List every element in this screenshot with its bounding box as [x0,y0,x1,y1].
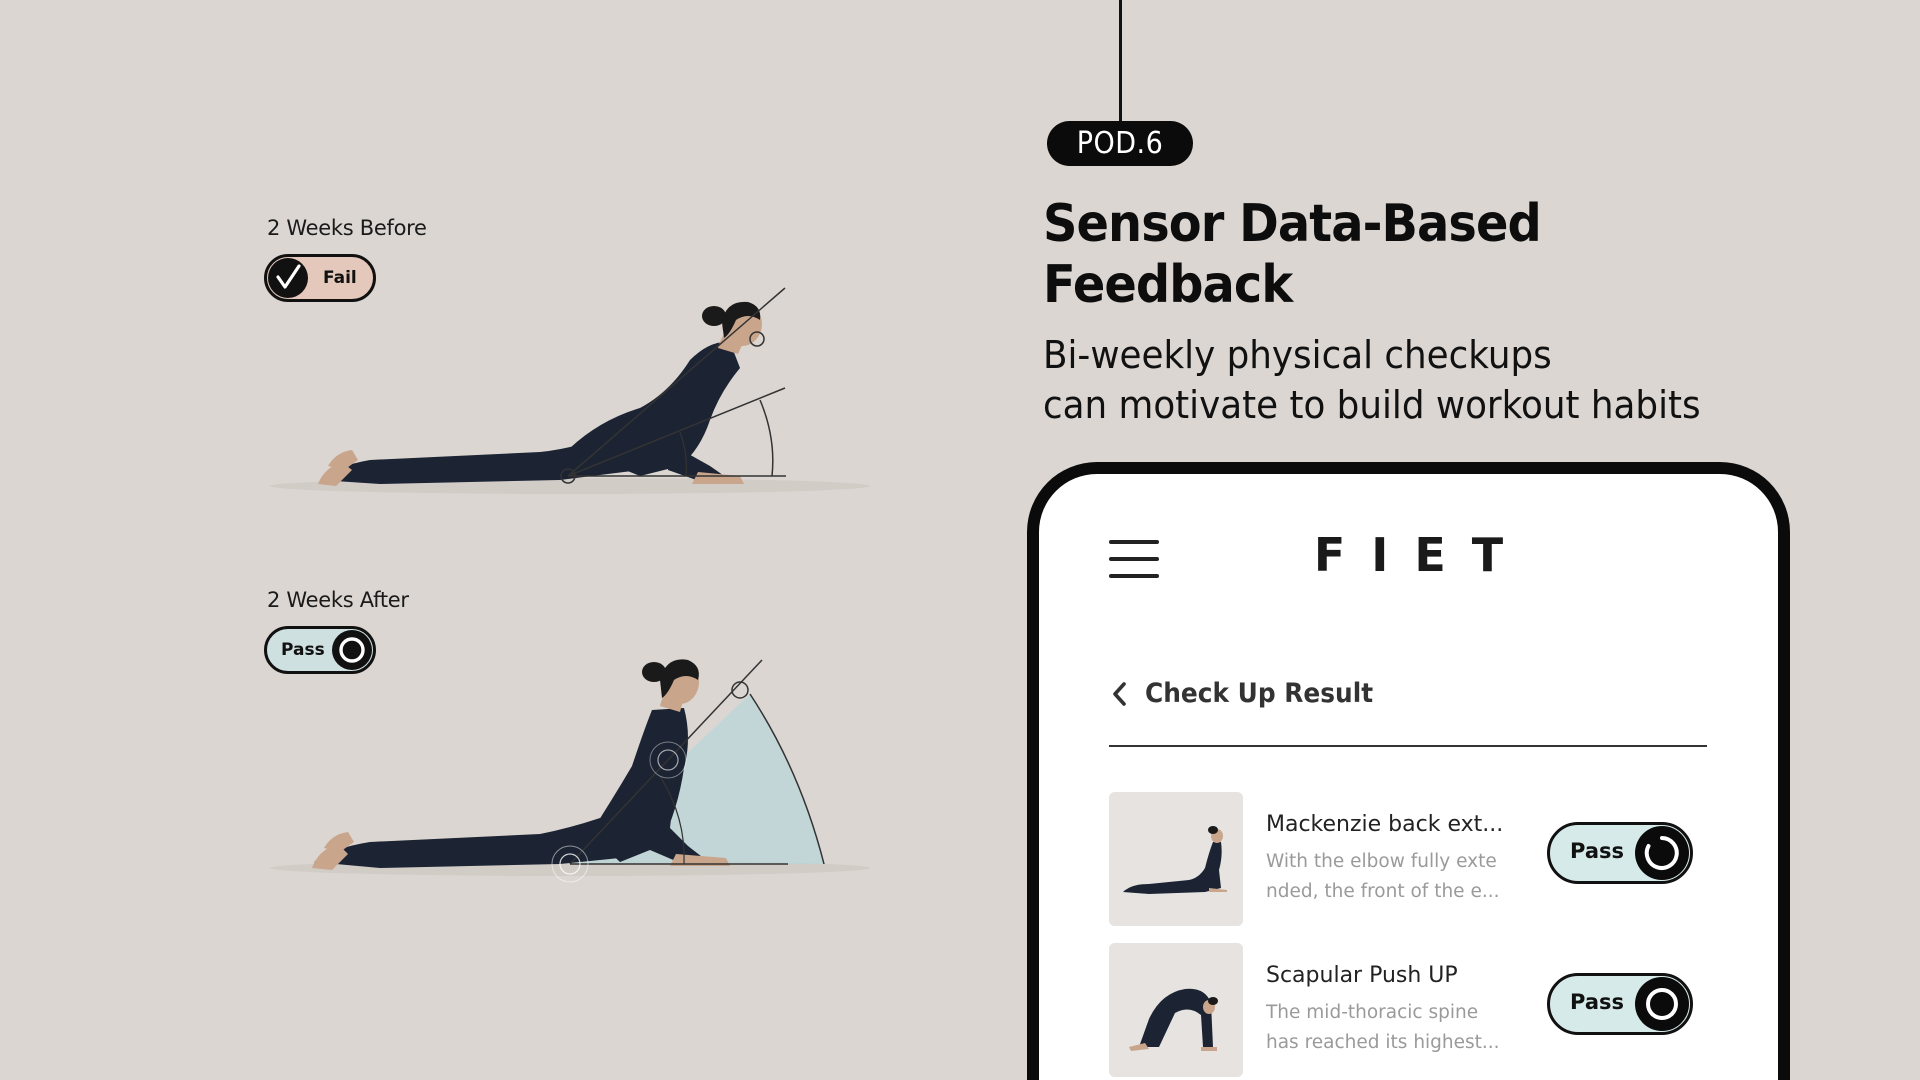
description-line: has reached its highest... [1266,1032,1500,1053]
after-pose-illustration [270,659,870,883]
pod-badge: POD.6 [1047,121,1193,166]
exercise-thumbnail [1109,943,1243,1077]
app-header: FIET [1039,474,1778,604]
headline-line-2: Feedback [1043,255,1293,315]
exercise-description: The mid-thoracic spine has reached its h… [1266,998,1516,1058]
subheadline: Bi-weekly physical checkups can motivate… [1043,330,1701,430]
list-item[interactable]: Mackenzie back ext... With the elbow ful… [1109,792,1707,927]
phone-mockup: FIET Check Up Result Mackenzie back ext.… [1027,462,1790,1080]
subheadline-line-2: can motivate to build workout habits [1043,383,1701,427]
pass-label: Pass [1570,990,1624,1014]
pass-status-toggle[interactable]: Pass [1547,973,1693,1035]
exercise-description: With the elbow fully exte nded, the fron… [1266,847,1516,907]
exercise-title: Scapular Push UP [1266,963,1458,988]
list-item[interactable]: Scapular Push UP The mid-thoracic spine … [1109,943,1707,1078]
before-label: 2 Weeks Before [267,216,427,240]
description-line: With the elbow fully exte [1266,851,1497,872]
chevron-left-icon[interactable] [1109,679,1131,709]
exercise-title: Mackenzie back ext... [1266,812,1504,837]
circle-icon [1635,977,1689,1031]
list-item-text: Scapular Push UP The mid-thoracic spine … [1266,963,1536,1058]
divider [1109,745,1707,747]
pass-label: Pass [1570,839,1624,863]
app-logo: FIET [1313,528,1530,582]
progress-ring-icon [1635,826,1689,880]
description-line: nded, the front of the e... [1266,881,1500,902]
connector-line [1119,0,1122,124]
list-item-text: Mackenzie back ext... With the elbow ful… [1266,812,1536,907]
section-title: Check Up Result [1145,678,1374,709]
headline: Sensor Data-Based Feedback [1043,194,1542,316]
subheadline-line-1: Bi-weekly physical checkups [1043,333,1552,377]
description-line: The mid-thoracic spine [1266,1002,1479,1023]
before-pose-illustration [270,287,870,494]
pass-status-toggle[interactable]: Pass [1547,822,1693,884]
headline-line-1: Sensor Data-Based [1043,194,1542,254]
after-label: 2 Weeks After [267,588,409,612]
result-list: Mackenzie back ext... With the elbow ful… [1109,792,1707,1080]
exercise-thumbnail [1109,792,1243,926]
section-header: Check Up Result [1109,678,1393,709]
